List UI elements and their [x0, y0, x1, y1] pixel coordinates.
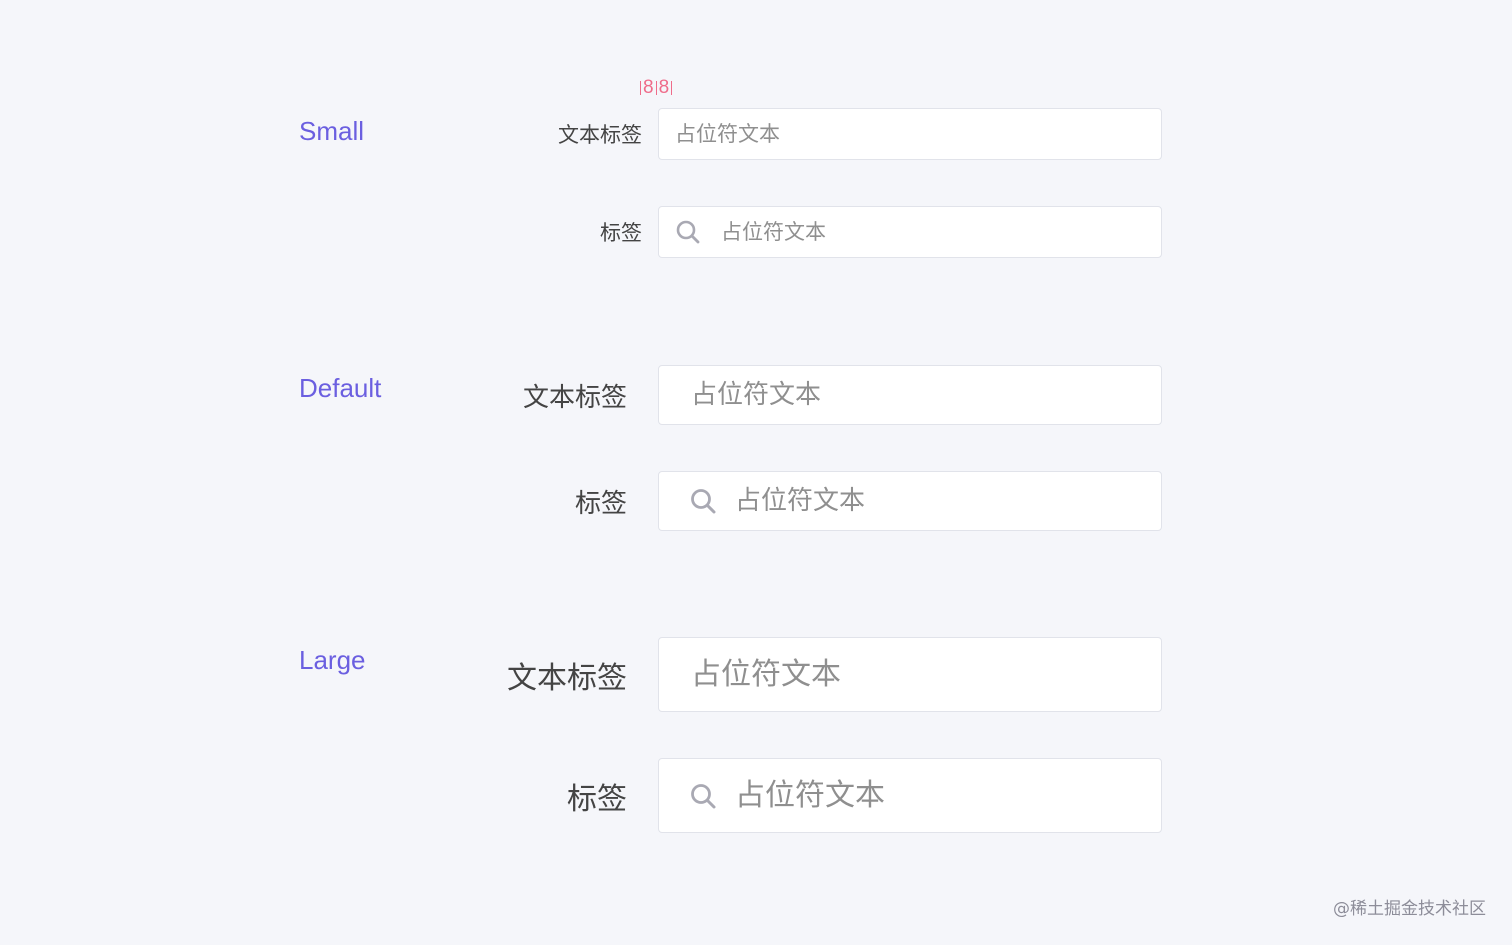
large-text-label-box: 文本标签 [0, 637, 627, 712]
small-text-row: 文本标签 占位符文本 [0, 108, 1512, 160]
default-search-placeholder: 占位符文本 [735, 486, 866, 516]
small-search-input[interactable]: 占位符文本 [658, 206, 1162, 258]
large-search-placeholder: 占位符文本 [735, 777, 885, 813]
default-text-row: 文本标签 占位符文本 [0, 365, 1512, 425]
large-search-label-box: 标签 [0, 758, 627, 833]
default-search-label-box: 标签 [0, 471, 627, 531]
watermark: @稀土掘金技术社区 [1333, 899, 1486, 919]
default-text-input[interactable]: 占位符文本 [658, 365, 1162, 425]
small-text-label-box: 文本标签 [0, 108, 642, 160]
annotation-tick [671, 80, 673, 95]
small-search-label-box: 标签 [0, 206, 642, 258]
annotation-left-value: 8 [643, 77, 654, 98]
small-text-placeholder: 占位符文本 [675, 121, 780, 146]
search-icon [689, 487, 717, 515]
small-search-row: 标签 占位符文本 [0, 206, 1512, 258]
small-text-label: 文本标签 [558, 123, 642, 147]
large-search-input[interactable]: 占位符文本 [658, 758, 1162, 833]
large-search-label: 标签 [567, 781, 627, 817]
small-search-placeholder: 占位符文本 [721, 219, 826, 244]
default-search-input[interactable]: 占位符文本 [658, 471, 1162, 531]
default-search-label: 标签 [574, 488, 627, 519]
default-search-row: 标签 占位符文本 [0, 471, 1512, 531]
small-text-input[interactable]: 占位符文本 [658, 108, 1162, 160]
annotation-right-value: 8 [658, 77, 670, 98]
default-text-label: 文本标签 [522, 382, 627, 413]
annotation-tick [640, 80, 641, 95]
spacing-annotation: 8 8 [638, 78, 674, 97]
small-search-label: 标签 [600, 221, 642, 245]
annotation-tick [655, 80, 657, 95]
large-text-row: 文本标签 占位符文本 [0, 637, 1512, 712]
large-text-placeholder: 占位符文本 [691, 656, 841, 692]
search-icon [689, 782, 717, 810]
large-text-label: 文本标签 [507, 660, 627, 696]
search-icon [675, 219, 701, 245]
large-search-row: 标签 占位符文本 [0, 758, 1512, 833]
default-text-label-box: 文本标签 [0, 365, 627, 425]
default-text-placeholder: 占位符文本 [691, 380, 822, 410]
large-text-input[interactable]: 占位符文本 [658, 637, 1162, 712]
